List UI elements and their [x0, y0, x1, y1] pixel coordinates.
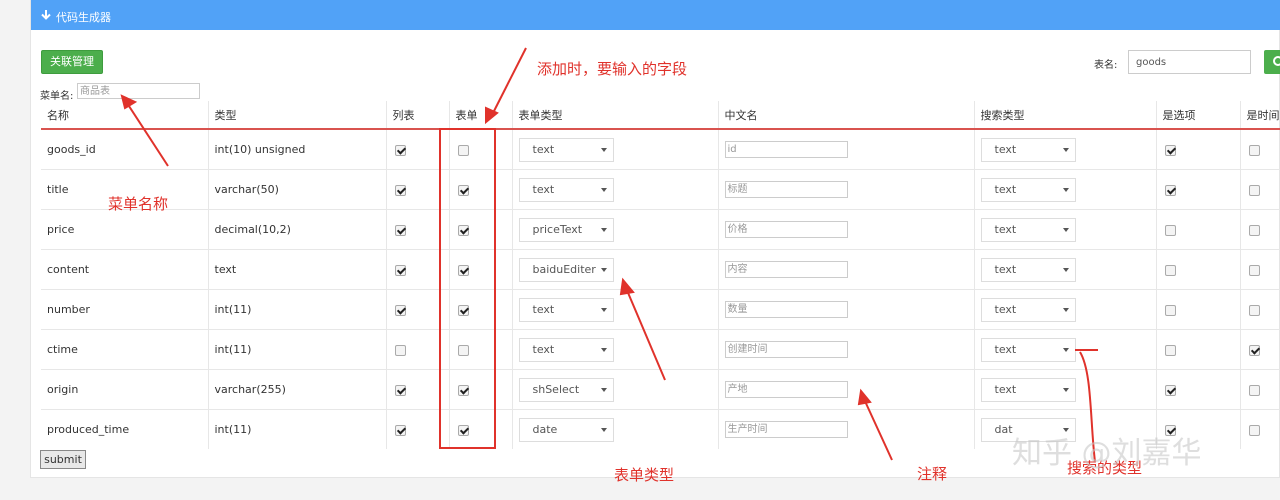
zhihu-watermark: 知乎 @刘嘉华	[1012, 436, 1202, 471]
annotation-menu-name: 菜单名称	[108, 195, 169, 213]
arrow-to-form-type	[625, 287, 666, 381]
annotation-comment: 注释	[917, 465, 948, 483]
arrow-head-icon	[619, 277, 635, 296]
arrow-head-icon	[120, 94, 138, 110]
arrow-to-comment	[863, 398, 893, 461]
annotation-add-fields: 添加时，要输入的字段	[537, 60, 688, 78]
arrow-to-menu-name	[126, 102, 169, 167]
annotation-form-type: 表单类型	[614, 466, 675, 484]
arrow-to-form-column	[491, 47, 527, 116]
arrow-head-icon	[857, 388, 872, 406]
